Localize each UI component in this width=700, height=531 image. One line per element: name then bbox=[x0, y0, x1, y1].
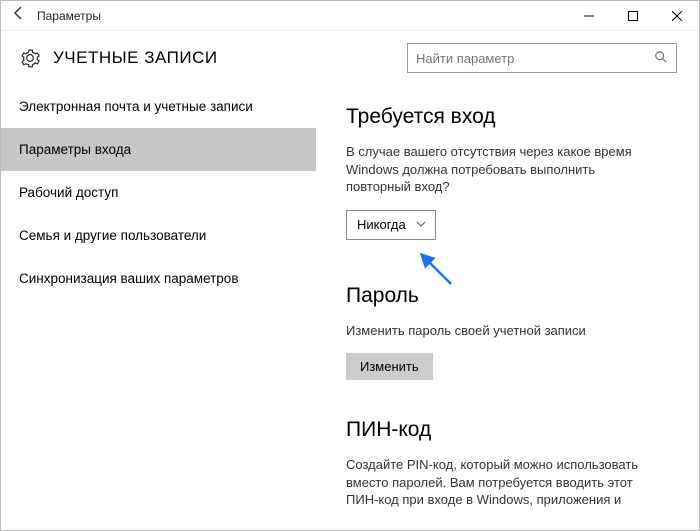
sidebar-item-label: Синхронизация ваших параметров bbox=[19, 271, 239, 286]
titlebar: Параметры bbox=[1, 1, 699, 31]
change-password-button[interactable]: Изменить bbox=[346, 353, 433, 380]
sidebar-item-label: Электронная почта и учетные записи bbox=[19, 99, 253, 114]
page-title: УЧЕТНЫЕ ЗАПИСИ bbox=[53, 48, 407, 68]
sidebar-item-sync[interactable]: Синхронизация ваших параметров bbox=[1, 257, 316, 300]
sidebar-item-label: Семья и другие пользователи bbox=[19, 228, 206, 243]
section-title-signin: Требуется вход bbox=[346, 105, 669, 129]
header: УЧЕТНЫЕ ЗАПИСИ bbox=[1, 31, 699, 85]
chevron-down-icon bbox=[416, 219, 426, 230]
body: Электронная почта и учетные записи Парам… bbox=[1, 85, 699, 530]
section-title-pin: ПИН-код bbox=[346, 418, 669, 442]
dropdown-value: Никогда bbox=[357, 217, 406, 232]
sidebar-item-label: Рабочий доступ bbox=[19, 185, 118, 200]
sidebar: Электронная почта и учетные записи Парам… bbox=[1, 85, 316, 530]
section-text-password: Изменить пароль своей учетной записи bbox=[346, 322, 656, 340]
search-input[interactable] bbox=[416, 51, 654, 66]
sidebar-item-family-users[interactable]: Семья и другие пользователи bbox=[1, 214, 316, 257]
section-text-signin: В случае вашего отсутствия через какое в… bbox=[346, 143, 656, 196]
content: Требуется вход В случае вашего отсутстви… bbox=[316, 85, 699, 530]
gear-icon bbox=[19, 47, 41, 69]
sidebar-item-signin-options[interactable]: Параметры входа bbox=[1, 128, 316, 171]
window-controls bbox=[567, 1, 699, 31]
maximize-button[interactable] bbox=[611, 1, 655, 31]
sidebar-item-label: Параметры входа bbox=[19, 142, 131, 157]
sidebar-item-email-accounts[interactable]: Электронная почта и учетные записи bbox=[1, 85, 316, 128]
close-button[interactable] bbox=[655, 1, 699, 31]
button-label: Изменить bbox=[360, 359, 419, 374]
section-text-pin: Создайте PIN-код, который можно использо… bbox=[346, 456, 656, 509]
search-box[interactable] bbox=[407, 43, 677, 73]
settings-window: Параметры УЧЕТНЫЕ ЗАПИСИ Электронн bbox=[0, 0, 700, 531]
back-button[interactable] bbox=[11, 5, 33, 26]
window-title: Параметры bbox=[33, 9, 567, 23]
minimize-button[interactable] bbox=[567, 1, 611, 31]
search-icon bbox=[654, 50, 670, 66]
require-signin-dropdown[interactable]: Никогда bbox=[346, 210, 436, 240]
sidebar-item-work-access[interactable]: Рабочий доступ bbox=[1, 171, 316, 214]
section-title-password: Пароль bbox=[346, 284, 669, 308]
